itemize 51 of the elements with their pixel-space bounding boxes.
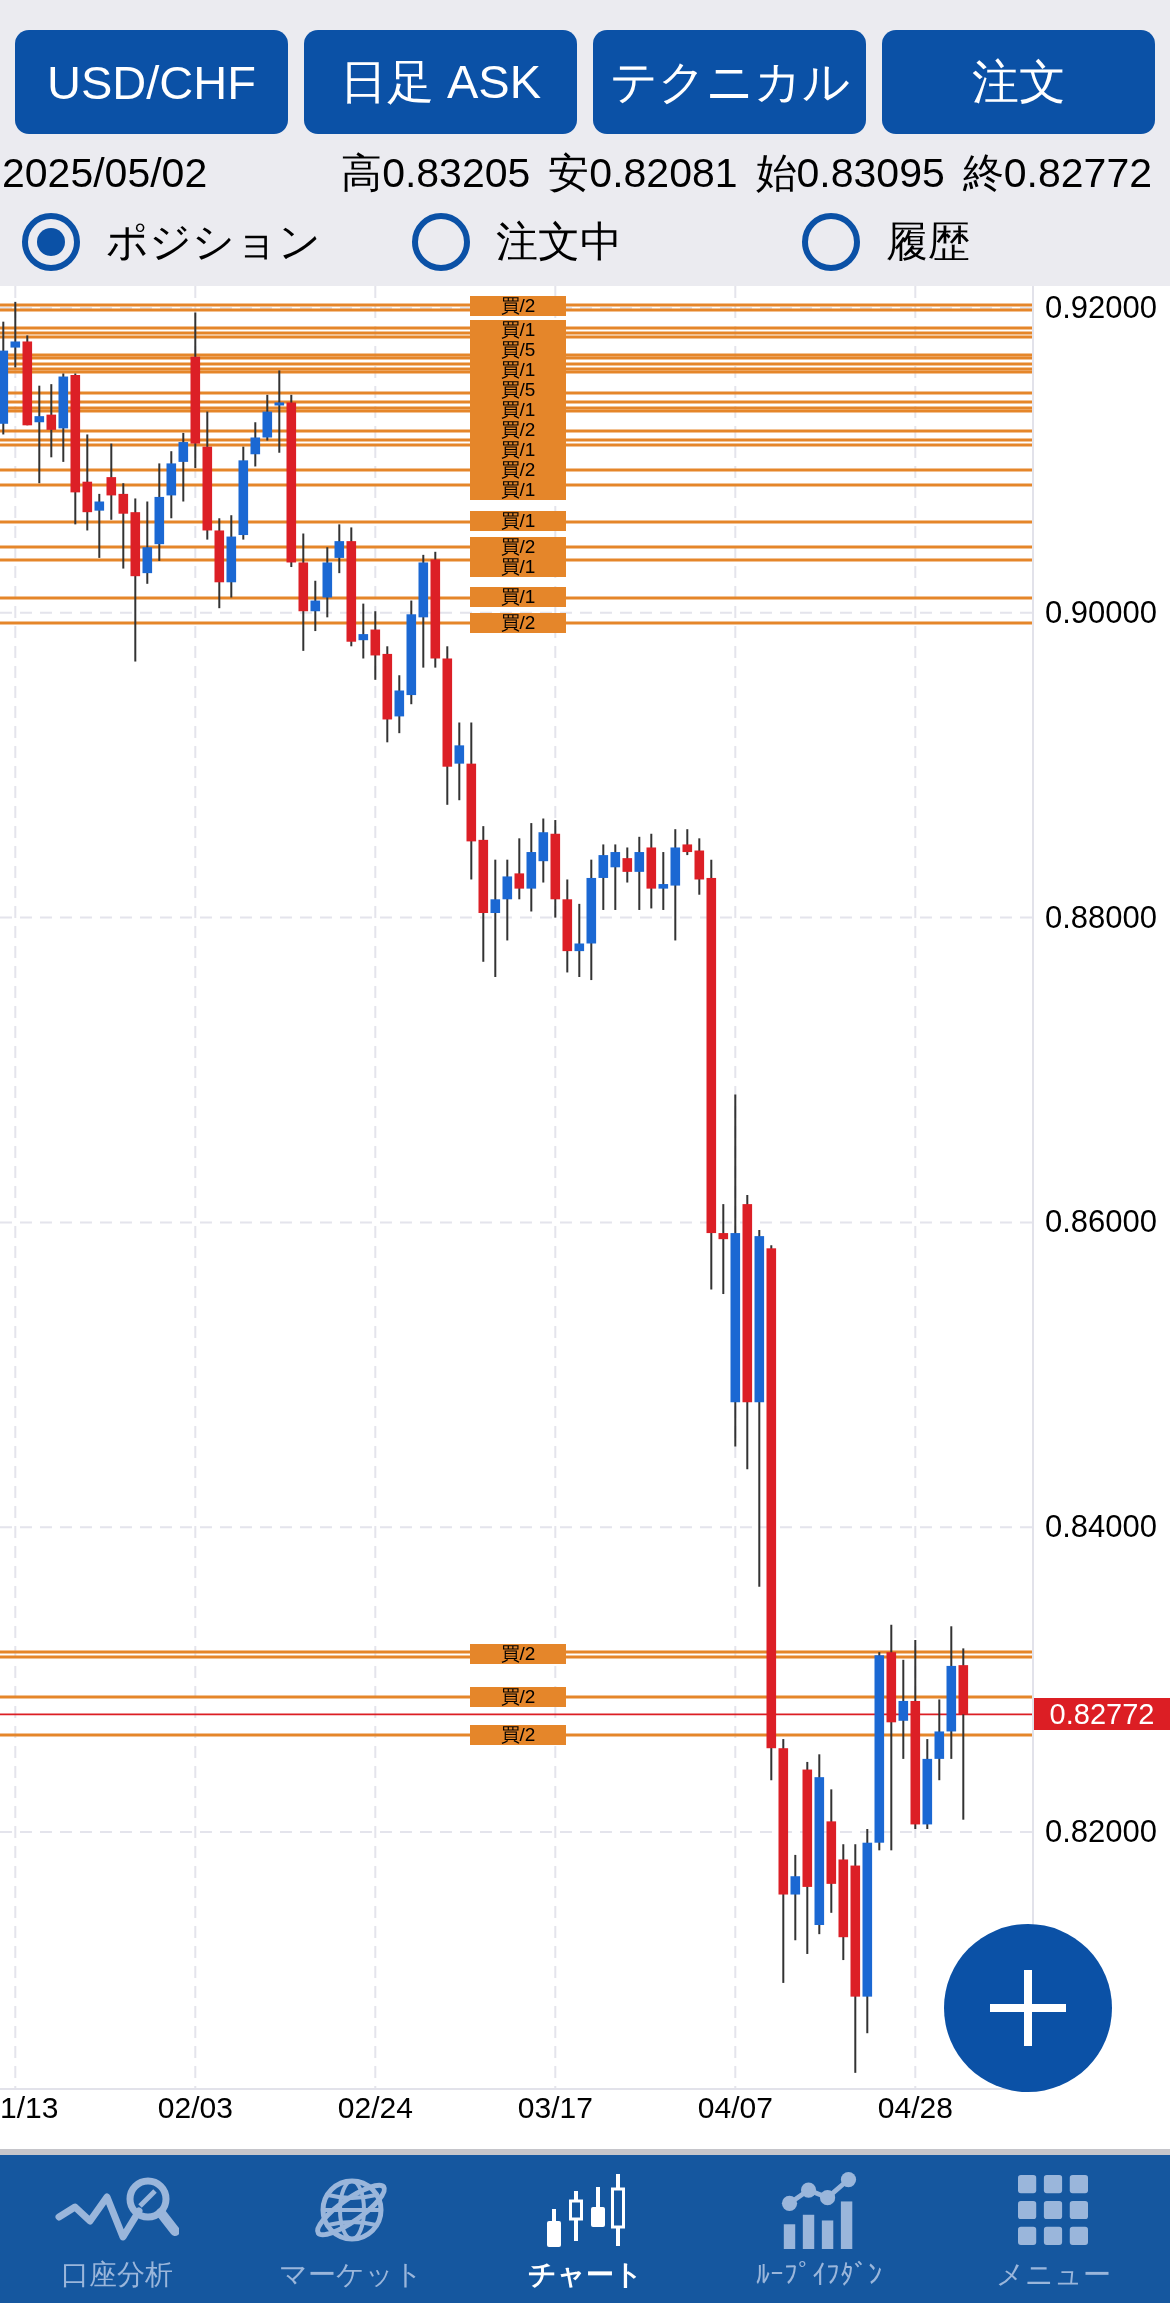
date-axis-label: 02/24 (337, 2090, 413, 2126)
date-axis-label: 04/07 (697, 2090, 773, 2126)
position-label: 買/1 (470, 587, 566, 607)
position-label: 買/2 (470, 420, 566, 440)
position-label: 買/1 (470, 400, 566, 420)
quote-date: 2025/05/02 (2, 149, 208, 198)
order-button[interactable]: 注文 (882, 30, 1155, 134)
position-label: 買/5 (470, 380, 566, 400)
position-label: 買/2 (470, 1687, 566, 1707)
position-label: 買/1 (470, 557, 566, 577)
price-axis-label: 0.84000 (1045, 1508, 1158, 1547)
timeframe-button[interactable]: 日足 ASK (304, 30, 577, 134)
position-label: 買/2 (470, 613, 566, 633)
date-axis-label: 03/17 (517, 2090, 593, 2126)
candlestick-icon (545, 2173, 625, 2247)
position-label: 買/2 (470, 1644, 566, 1664)
price-value: 終0.82772 (962, 149, 1152, 198)
position-label: 買/1 (470, 440, 566, 460)
current-price-label: 0.82772 (1034, 1698, 1170, 1731)
candlestick (370, 610, 381, 681)
price-value: 高0.83205 (341, 149, 531, 198)
candlestick (514, 837, 525, 901)
plus-icon (990, 1970, 1066, 2046)
position-label: 買/2 (470, 296, 566, 316)
position-label: 買/1 (470, 480, 566, 500)
tab-item[interactable]: チャート (468, 2155, 702, 2303)
position-label: 買/1 (470, 360, 566, 380)
price-axis-label: 0.82000 (1045, 1813, 1158, 1852)
price-value: 始0.83095 (755, 149, 945, 198)
price-axis-label: 0.90000 (1045, 593, 1158, 632)
position-label: 買/1 (470, 320, 566, 340)
price-value: 安0.82081 (548, 149, 738, 198)
position-label: 買/1 (470, 511, 566, 531)
price-axis-label: 0.86000 (1045, 1203, 1158, 1242)
filter-option[interactable]: ポジション (22, 212, 412, 272)
date-axis-label: 04/28 (877, 2090, 953, 2126)
grid-icon (1018, 2175, 1088, 2245)
candlestick (166, 450, 177, 520)
bar-chart-icon (780, 2171, 858, 2249)
date-axis-label: 1/13 (0, 2090, 59, 2126)
position-label: 買/5 (470, 340, 566, 360)
position-label: 買/2 (470, 460, 566, 480)
price-axis-label: 0.88000 (1045, 898, 1158, 937)
date-axis-label: 02/03 (157, 2090, 233, 2126)
price-axis-label: 0.92000 (1045, 288, 1158, 327)
position-label: 買/2 (470, 1725, 566, 1745)
filter-option[interactable]: 履歴 (802, 212, 1170, 272)
symbol-button[interactable]: USD/CHF (15, 30, 288, 134)
position-label: 買/2 (470, 537, 566, 557)
indicator-button[interactable]: テクニカル (593, 30, 866, 134)
filter-option[interactable]: 注文中 (412, 212, 802, 272)
